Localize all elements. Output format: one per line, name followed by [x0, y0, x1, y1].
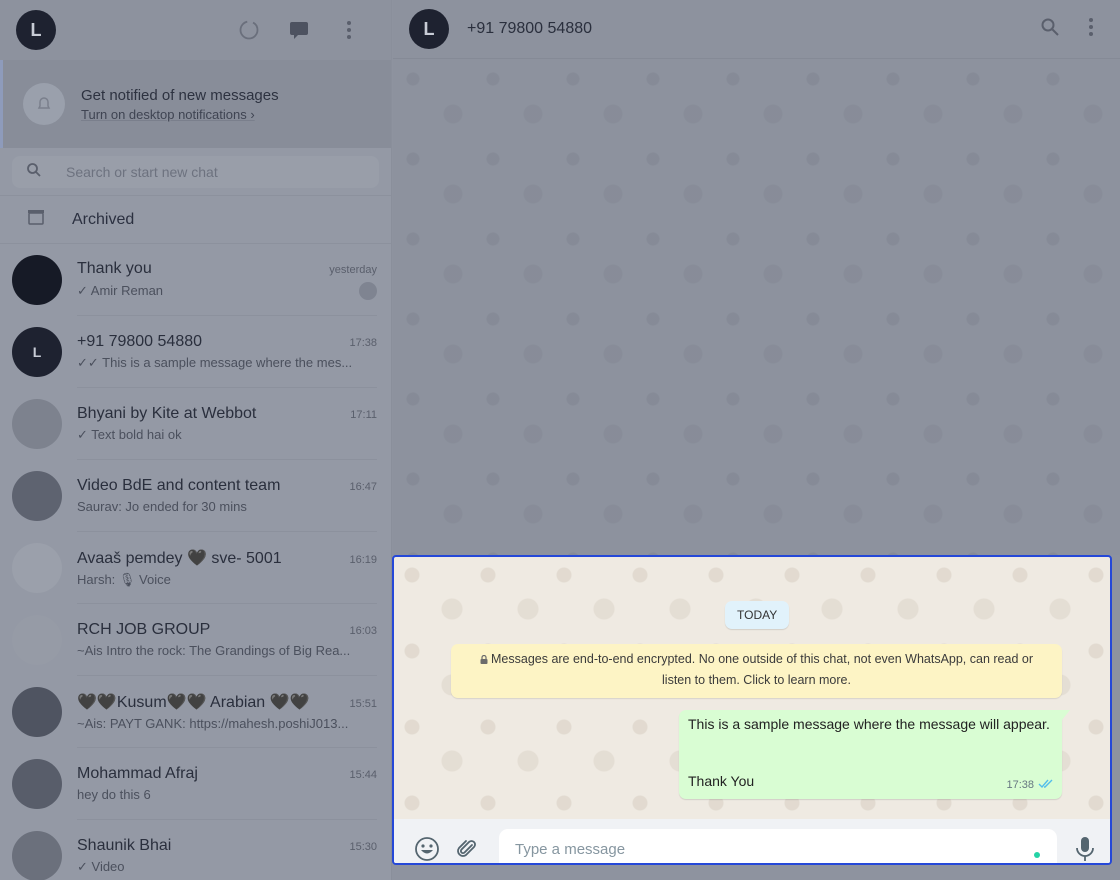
chat-list-item[interactable]: Mohammad Afraj 15:44 hey do this 6 — [0, 748, 391, 820]
message-composer — [394, 819, 1110, 863]
contact-avatar: L — [12, 327, 62, 377]
chat-list-item[interactable]: Avaaš pemdey 🖤 sve- 5001 16:19 Harsh: 🎙 V… — [0, 532, 391, 604]
message-time: 17:38 — [1006, 779, 1034, 791]
encryption-notice-text: Messages are end-to-end encrypted. No on… — [491, 652, 1033, 687]
chat-preview: Saurav: Jo ended for 30 mins — [77, 499, 247, 514]
my-profile-avatar[interactable]: L — [16, 10, 56, 50]
message-input-box[interactable] — [499, 829, 1057, 863]
chat-name: +91 79800 54880 — [77, 332, 203, 350]
conversation-header[interactable]: L +91 79800 54880 — [393, 0, 1120, 59]
contact-avatar — [12, 543, 62, 593]
microphone-icon[interactable] — [1072, 836, 1098, 862]
archived-label: Archived — [72, 210, 135, 228]
contact-avatar — [12, 255, 62, 305]
chat-preview: ✓ Video — [77, 858, 125, 874]
chat-time: 15:51 — [349, 698, 377, 710]
unread-badge — [359, 281, 377, 300]
chat-time: 15:30 — [349, 840, 377, 853]
encryption-notice[interactable]: Messages are end-to-end encrypted. No on… — [451, 644, 1062, 698]
notification-banner[interactable]: Get notified of new messages Turn on des… — [0, 60, 391, 148]
chat-name: 🖤🖤Kusum🖤🖤 Arabian 🖤🖤 — [77, 694, 310, 711]
chat-preview: hey do this 6 — [77, 787, 151, 802]
emoji-icon[interactable] — [414, 836, 440, 862]
contact-avatar[interactable]: L — [409, 9, 449, 49]
chat-time: 16:03 — [349, 625, 377, 637]
chat-name: Mohammad Afraj — [77, 765, 198, 782]
chat-name: Video BdE and content team — [77, 477, 281, 494]
date-divider: TODAY — [725, 601, 790, 629]
chat-name: Shaunik Bhai — [77, 836, 172, 854]
contact-avatar — [12, 399, 62, 449]
contact-avatar — [12, 831, 62, 880]
contact-name[interactable]: +91 79800 54880 — [467, 20, 592, 38]
chat-list-item[interactable]: Shaunik Bhai 15:30 ✓ Video — [0, 820, 391, 880]
conversation-background — [393, 59, 1120, 555]
message-input[interactable] — [499, 829, 1019, 863]
menu-icon[interactable] — [1088, 17, 1094, 42]
message-text-line1: This is a sample message where the messa… — [688, 716, 1050, 732]
chat-time: 16:47 — [349, 481, 377, 493]
contact-avatar — [12, 471, 62, 521]
chat-name: Avaaš pemdey 🖤 sve- 5001 — [77, 549, 282, 567]
chat-preview: ✓ Amir Reman — [77, 282, 164, 298]
archive-icon — [26, 207, 46, 232]
new-chat-icon[interactable] — [287, 18, 311, 42]
input-status-dot — [1034, 852, 1040, 858]
search-icon[interactable] — [26, 162, 42, 183]
chat-list-sidebar: L Get notified of new messages Turn on d… — [0, 0, 392, 880]
chat-list-item[interactable]: Bhyani by Kite at Webbot 17:11 ✓ Text bol… — [0, 388, 391, 460]
contact-avatar — [12, 759, 62, 809]
chat-preview: ~Ais Intro the rock: The Grandings of Bi… — [77, 643, 351, 658]
notification-bell-icon — [23, 83, 65, 125]
message-panel: TODAY Messages are end-to-end encrypted.… — [392, 555, 1112, 865]
chat-time: 15:44 — [349, 769, 377, 781]
archived-row[interactable]: Archived — [0, 196, 391, 244]
chat-preview: Harsh: 🎙 Voice — [77, 571, 171, 587]
sidebar-header: L — [0, 0, 391, 60]
search-bar — [0, 148, 391, 196]
chat-preview: ✓✓ This is a sample message where the me… — [77, 354, 353, 370]
chat-list-item[interactable]: 🖤🖤Kusum🖤🖤 Arabian 🖤🖤 15:51 ~Ais: PAYT GAN… — [0, 676, 391, 748]
attach-icon[interactable] — [454, 836, 480, 862]
chat-name: RCH JOB GROUP — [77, 621, 211, 638]
lock-icon — [480, 655, 488, 664]
message-text-line2: Thank You — [688, 773, 755, 789]
chat-time: yesterday — [329, 263, 377, 276]
chat-list-item[interactable]: RCH JOB GROUP 16:03 ~Ais Intro the rock: … — [0, 604, 391, 676]
contact-avatar — [12, 687, 62, 737]
chat-preview: ✓ Text bold hai ok — [77, 426, 182, 442]
chat-time: 17:38 — [349, 336, 377, 349]
chat-list-item[interactable]: Thank you yesterday ✓ Amir Reman — [0, 244, 391, 316]
chat-name: Bhyani by Kite at Webbot — [77, 404, 257, 422]
search-icon[interactable] — [1040, 17, 1060, 42]
chat-list-item[interactable]: Video BdE and content team 16:47 Saurav: … — [0, 460, 391, 532]
chat-name: Thank you — [77, 259, 152, 277]
menu-icon[interactable] — [337, 18, 361, 42]
contact-avatar — [12, 615, 62, 665]
chat-preview: ~Ais: PAYT GANK: https://mahesh.poshiJ01… — [77, 716, 349, 731]
chat-list-item[interactable]: L +91 79800 54880 17:38 ✓✓ This is a samp… — [0, 316, 391, 388]
enable-notifications-link[interactable]: Turn on desktop notifications › — [81, 107, 279, 122]
search-input[interactable] — [66, 164, 346, 180]
sidebar-header-icons — [237, 18, 375, 42]
chat-time: 17:11 — [350, 408, 377, 421]
outgoing-message[interactable]: This is a sample message where the messa… — [679, 710, 1070, 799]
notification-title: Get notified of new messages — [81, 86, 279, 104]
chat-list: Thank you yesterday ✓ Amir Reman L +91 79… — [0, 244, 391, 880]
double-check-icon — [1038, 776, 1054, 794]
chat-time: 16:19 — [349, 553, 377, 566]
status-icon[interactable] — [237, 18, 261, 42]
